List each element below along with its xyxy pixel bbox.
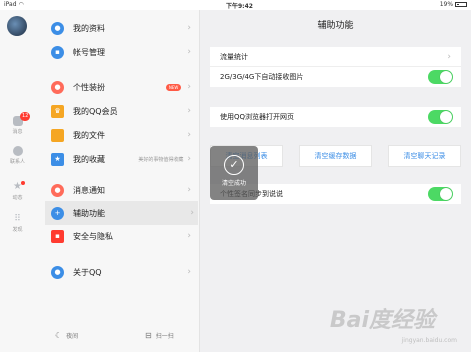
menu-item-vip[interactable]: ♛ 我的QQ会员 › [45,99,195,123]
clear-chat-history-button[interactable]: 清空聊天记录 [388,145,461,167]
new-badge: NEW [165,83,182,91]
menu-item-about[interactable]: ● 关于QQ › [45,260,195,284]
chevron-right-icon: › [187,106,191,116]
checkmark-icon: ✓ [224,155,244,175]
grid-icon: ⠿ [14,214,21,224]
row-auto-receive-images: 2G/3G/4G下自动接收图片 [210,67,461,87]
chevron-right-icon: › [187,231,191,241]
menu-item-security[interactable]: ▪ 安全与隐私 › [45,224,195,248]
scan-label: 扫一扫 [155,333,174,340]
rail-item-label: 消息 [12,129,23,135]
chevron-right-icon: › [187,130,191,140]
rail-item-contacts[interactable]: 联系人 [0,146,35,165]
chevron-right-icon: › [187,47,191,57]
qq-icon: ● [51,265,64,279]
bell-icon: ● [51,183,64,197]
status-time: 下午9:42 [226,3,253,10]
chevron-right-icon: › [187,267,191,277]
rail-item-messages[interactable]: 12 消息 [0,112,35,135]
toast-text: 清空成功 [221,180,246,187]
success-toast: ✓ 清空成功 [210,146,258,200]
scan-icon: ⊟ [145,331,152,340]
menu-item-notifications[interactable]: ● 消息通知 › [45,178,195,202]
menu-item-label: 个性装扮 [73,82,105,92]
folder-icon [51,128,64,142]
menu-item-favorites[interactable]: ★ 我的收藏 美好的事物值得收藏 › [45,147,195,171]
menu-item-theme[interactable]: ● 个性装扮 NEW › [45,75,195,99]
settings-menu: ● 我的资料 › ▪ 帐号管理 › ● 个性装扮 NEW › ♛ 我的QQ会员 › 我… [35,10,200,352]
avatar[interactable] [7,16,27,36]
rail-item-moments[interactable]: ★ 动态 [0,181,35,201]
chevron-right-icon: › [447,51,451,62]
watermark-url: jingyan.baidu.com [401,337,457,344]
menu-item-profile[interactable]: ● 我的资料 › [45,16,195,40]
new-dot [21,181,25,185]
row-label: 2G/3G/4G下自动接收图片 [220,73,304,81]
lock-icon: ▪ [51,229,64,243]
chevron-right-icon: › [187,185,191,195]
auto-image-toggle[interactable] [428,70,453,84]
menu-item-label: 辅助功能 [73,208,105,218]
battery-icon [455,2,467,7]
menu-item-label: 帐号管理 [73,47,105,57]
menu-item-label: 我的文件 [73,130,105,140]
menu-item-label: 关于QQ [73,267,102,277]
rail-item-label: 发现 [12,227,23,233]
row-label: 使用QQ浏览器打开网页 [220,113,295,121]
watermark-logo: Bai度经验 [329,308,435,333]
profile-icon: ● [51,21,64,35]
signature-sync-toggle[interactable] [428,187,453,201]
rail-item-discover[interactable]: ⠿ 发现 [0,214,35,233]
nav-rail: 12 消息 联系人 ★ 动态 ⠿ 发现 [0,10,35,352]
row-traffic-stats[interactable]: 流量统计 › [210,47,461,67]
menu-item-label: 安全与隐私 [73,231,113,241]
menu-item-label: 我的资料 [73,23,105,33]
palette-icon: ● [51,80,64,94]
person-icon [12,146,23,156]
settings-group-data: 流量统计 › 2G/3G/4G下自动接收图片 [210,47,461,87]
rail-item-label: 动态 [12,195,23,201]
chevron-right-icon: › [187,23,191,33]
menu-item-account[interactable]: ▪ 帐号管理 › [45,40,195,64]
night-mode-button[interactable]: ☾ 夜间 [55,331,78,340]
unread-badge: 12 [20,112,31,121]
device-label: iPad ◠ [4,1,24,8]
chevron-right-icon: › [187,154,191,164]
menu-item-subtitle: 美好的事物值得收藏 [138,156,184,163]
menu-item-files[interactable]: 我的文件 › [45,123,195,147]
star-icon: ★ [51,152,64,166]
status-bar: iPad ◠ 下午9:42 19% [0,0,471,10]
crown-icon: ♛ [51,104,64,118]
row-qq-browser: 使用QQ浏览器打开网页 [210,107,461,127]
menu-item-label: 我的收藏 [73,154,105,164]
row-label: 流量统计 [220,52,248,61]
account-icon: ▪ [51,45,64,59]
battery-indicator: 19% [440,1,467,8]
menu-item-accessibility[interactable]: + 辅助功能 › [45,201,198,225]
qq-browser-toggle[interactable] [428,110,453,124]
app-window: iPad ◠ 下午9:42 19% 12 消息 联系人 ★ 动态 ⠿ 发现 ● … [0,0,471,352]
plus-icon: + [51,206,64,220]
clear-cache-button[interactable]: 清空缓存数据 [299,145,372,167]
moon-icon: ☾ [55,331,63,340]
page-title: 辅助功能 [317,21,354,31]
scan-button[interactable]: ⊟ 扫一扫 [145,331,174,340]
menu-item-label: 我的QQ会员 [73,106,118,116]
night-mode-label: 夜间 [66,333,79,340]
wifi-icon: ◠ [18,1,24,8]
rail-item-label: 联系人 [9,159,25,165]
menu-item-label: 消息通知 [73,185,105,195]
chevron-right-icon: › [190,208,194,218]
chevron-right-icon: › [187,82,191,92]
settings-group-browser: 使用QQ浏览器打开网页 [210,107,461,127]
